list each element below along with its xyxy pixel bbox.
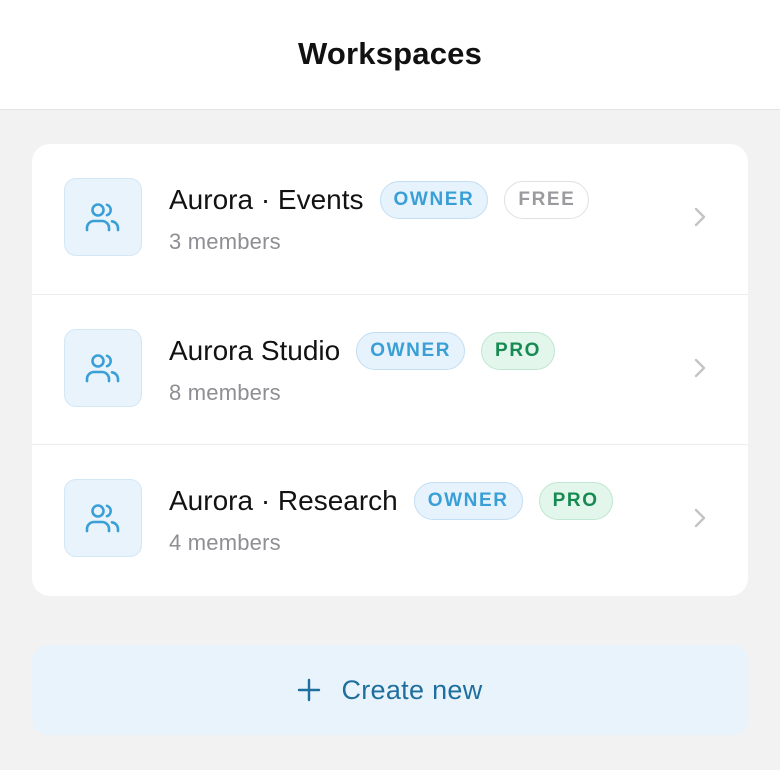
create-new-button[interactable]: Create new [32,645,748,735]
member-count: 8 members [169,380,281,405]
workspace-row-studio[interactable]: Aurora Studio OWNER PRO 8 members [32,294,748,444]
workspace-row-research[interactable]: Aurora · Research OWNER PRO 4 members [32,444,748,594]
member-count: 3 members [169,229,281,254]
role-badge: OWNER [356,332,466,370]
chevron-right-icon [690,355,710,381]
member-count: 4 members [169,530,281,555]
chevron-right-icon [690,505,710,531]
workspace-avatar [64,329,142,407]
plan-badge: FREE [504,181,590,219]
workspace-row-events[interactable]: Aurora · Events OWNER FREE 3 members [32,144,748,294]
workspace-name: Aurora Studio [169,335,341,366]
users-icon [85,504,120,533]
chevron-right-icon [690,204,710,230]
create-new-label: Create new [341,674,483,705]
plan-badge: PRO [481,332,556,370]
users-icon [85,203,120,232]
top-bar: Workspaces [0,0,780,110]
workspace-name: Aurora · Events [169,184,364,215]
workspace-name: Aurora · Research [169,485,398,516]
workspace-avatar [64,178,142,256]
workspace-list: Aurora · Events OWNER FREE 3 members Aur… [32,144,748,596]
plus-icon [297,678,321,702]
role-badge: OWNER [413,482,523,520]
page-title: Workspaces [297,35,483,71]
role-badge: OWNER [379,181,489,219]
workspace-avatar [64,479,142,557]
plan-badge: PRO [538,482,613,520]
users-icon [85,354,120,383]
